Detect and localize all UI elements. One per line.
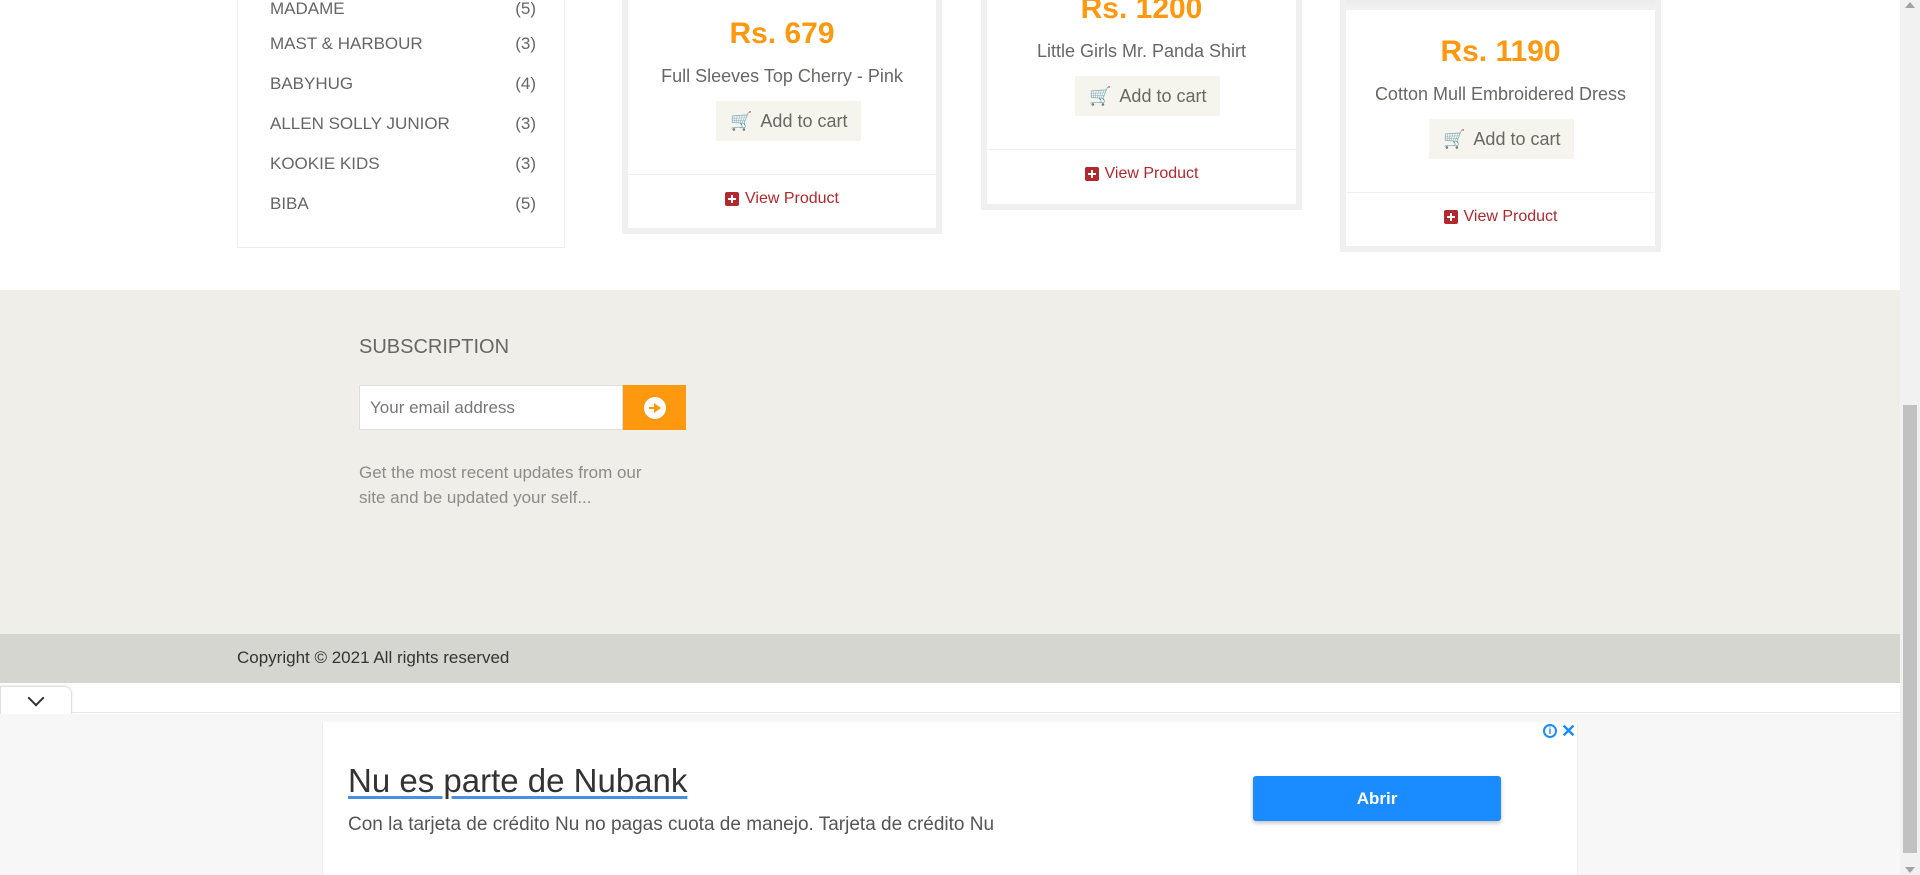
ad-collapse-button[interactable] (0, 686, 72, 714)
plus-square-icon (1084, 167, 1099, 181)
ad-headline[interactable]: Nu es parte de Nubank (348, 762, 687, 800)
card-divider (1346, 192, 1655, 193)
subscription-title: SUBSCRIPTION (359, 336, 510, 358)
close-icon[interactable]: ✕ (1561, 721, 1576, 742)
info-icon[interactable]: i (1543, 724, 1557, 738)
view-product-label: View Product (745, 190, 839, 207)
product-image[interactable] (1346, 0, 1655, 10)
brand-name[interactable]: MAST & HARBOUR (270, 34, 423, 54)
product-card: Rs. 1190 Cotton Mull Embroidered Dress 🛒… (1340, 0, 1661, 252)
ad-banner[interactable]: Nu es parte de Nubank Con la tarjeta de … (322, 721, 1578, 875)
product-price: Rs. 679 (729, 17, 835, 50)
scrollbar[interactable] (1900, 0, 1920, 875)
card-divider (628, 174, 936, 175)
ad-toggle-bar (0, 683, 1900, 714)
ad-text: Con la tarjeta de crédito Nu no pagas cu… (348, 814, 995, 835)
cart-icon: 🛒 (1089, 85, 1112, 106)
view-product-link[interactable]: View Product (628, 190, 936, 208)
subscribe-button[interactable] (623, 385, 686, 430)
view-product-link[interactable]: View Product (987, 165, 1296, 183)
view-product-label: View Product (1104, 165, 1199, 182)
brand-item-kookie-kids[interactable]: KOOKIE KIDS (3) (270, 154, 536, 194)
brand-item-biba[interactable]: BIBA (5) (270, 194, 536, 234)
ad-open-button[interactable]: Abrir (1253, 776, 1501, 821)
add-to-cart-label: Add to cart (1119, 85, 1207, 106)
product-card: Rs. 679 Full Sleeves Top Cherry - Pink 🛒… (622, 0, 942, 234)
brand-count: (3) (515, 154, 536, 173)
arrow-circle-right-icon (643, 396, 666, 419)
brand-name[interactable]: KOOKIE KIDS (270, 154, 380, 174)
chevron-down-icon (27, 689, 45, 706)
page: MADAME (5) MAST & HARBOUR (3) BABYHUG (4… (0, 0, 1920, 875)
brand-item-babyhug[interactable]: BABYHUG (4) (270, 74, 536, 114)
product-title: Full Sleeves Top Cherry - Pink (661, 66, 903, 86)
footer-subscription-section: SUBSCRIPTION Get the most recent updates… (0, 290, 1900, 634)
cart-icon: 🛒 (730, 110, 753, 131)
subscription-description: Get the most recent updates from our sit… (359, 463, 642, 507)
add-to-cart-button[interactable]: 🛒 Add to cart (1075, 76, 1221, 116)
copyright-text: Copyright © 2021 All rights reserved (237, 648, 510, 667)
brand-count: (5) (515, 0, 536, 18)
brands-panel: MADAME (5) MAST & HARBOUR (3) BABYHUG (4… (237, 0, 565, 248)
add-to-cart-button[interactable]: 🛒 Add to cart (1429, 119, 1575, 159)
view-product-label: View Product (1463, 208, 1558, 225)
ad-area: Nu es parte de Nubank Con la tarjeta de … (0, 714, 1900, 875)
product-price: Rs. 1200 (1080, 0, 1203, 25)
brand-name[interactable]: MADAME (270, 0, 345, 19)
product-title: Cotton Mull Embroidered Dress (1374, 84, 1627, 104)
plus-square-icon (725, 192, 739, 206)
scroll-down-icon[interactable] (1905, 867, 1915, 873)
plus-square-icon (1443, 210, 1458, 224)
card-divider (987, 149, 1296, 150)
brand-count: (5) (515, 194, 536, 213)
brand-item-mast-harbour[interactable]: MAST & HARBOUR (3) (270, 34, 536, 74)
add-to-cart-label: Add to cart (1473, 128, 1561, 149)
scrollbar-thumb[interactable] (1903, 405, 1917, 853)
brand-name[interactable]: BIBA (270, 194, 309, 214)
brand-count: (3) (515, 114, 536, 133)
brand-count: (4) (515, 74, 536, 93)
brand-name[interactable]: ALLEN SOLLY JUNIOR (270, 114, 450, 134)
product-card: Rs. 1200 Little Girls Mr. Panda Shirt 🛒 … (981, 0, 1302, 210)
brand-item-allen-solly-junior[interactable]: ALLEN SOLLY JUNIOR (3) (270, 114, 536, 154)
brand-count: (3) (515, 34, 536, 53)
add-to-cart-button[interactable]: 🛒 Add to cart (716, 101, 862, 141)
product-price: Rs. 1190 (1440, 35, 1561, 68)
product-title: Little Girls Mr. Panda Shirt (1036, 41, 1247, 61)
add-to-cart-label: Add to cart (760, 110, 848, 131)
brand-name[interactable]: BABYHUG (270, 74, 353, 94)
scroll-up-icon[interactable] (1905, 2, 1915, 8)
view-product-link[interactable]: View Product (1346, 208, 1655, 226)
footer-bottom: Copyright © 2021 All rights reserved (0, 634, 1900, 683)
cart-icon: 🛒 (1443, 128, 1466, 149)
email-field[interactable] (359, 385, 623, 430)
